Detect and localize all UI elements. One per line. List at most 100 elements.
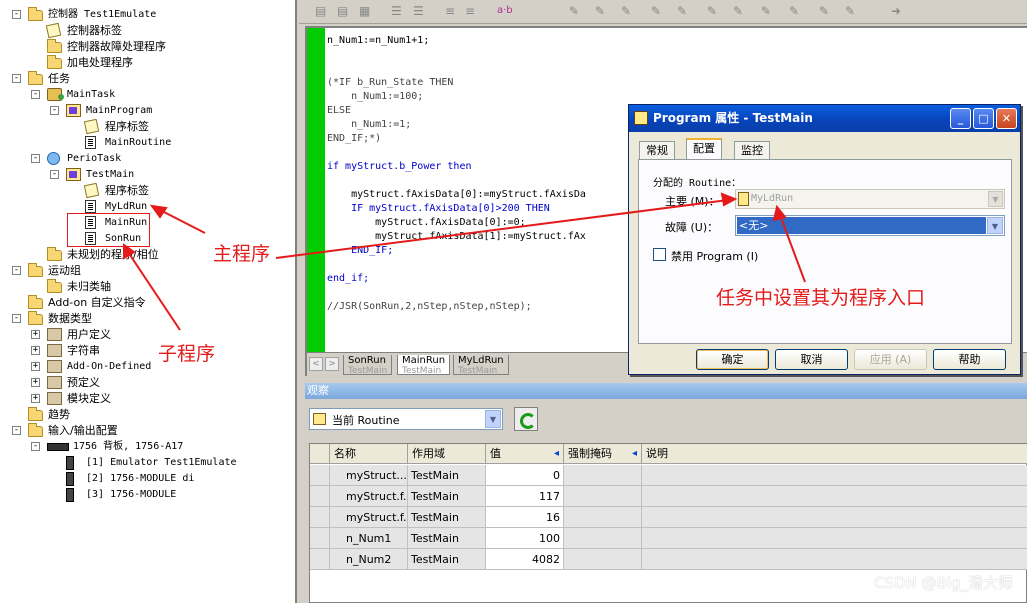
cancel-button[interactable]: 取消 [775,349,848,370]
cell-name[interactable]: myStruct.f... [330,486,408,507]
toolbar-icon-8[interactable]: ✎ [569,3,579,19]
table-row[interactable]: myStruct.... TestMain 0 [310,465,1027,486]
help-button[interactable]: 帮助 [933,349,1006,370]
tree-node[interactable]: - 数据类型 [0,311,295,327]
code-line[interactable]: if myStruct.b_Power then [327,160,472,174]
cell-description[interactable] [642,507,1027,528]
tab-configuration[interactable]: 配置 [686,138,722,160]
code-line[interactable]: END_IF; [327,244,393,258]
cell-description[interactable] [642,528,1027,549]
tree-node[interactable]: - MainTask [0,87,295,103]
toolbar-icon-5[interactable]: ☰ [413,3,424,19]
maximize-button[interactable]: □ [973,108,994,129]
toolbar-icon-10[interactable]: ✎ [621,3,631,19]
tree-node[interactable]: + 模块定义 [0,391,295,407]
toolbar-icon-12[interactable]: ✎ [677,3,687,19]
cell-value[interactable]: 100 [486,528,564,549]
cell-value[interactable]: 117 [486,486,564,507]
tree-node[interactable]: + 预定义 [0,375,295,391]
tab-routine[interactable]: MainRun TestMain [397,355,451,376]
tree-node[interactable]: 程序标签 [0,182,295,199]
grid-header-selector[interactable] [310,444,330,464]
cell-name[interactable]: myStruct.... [330,465,408,486]
header-value[interactable]: 值 ◂ [486,444,564,464]
cell-name[interactable]: n_Num1 [330,528,408,549]
tab-routine[interactable]: MyLdRun TestMain [453,355,509,376]
header-scope[interactable]: 作用域 [408,444,486,464]
tree-node[interactable]: 控制器标签 [0,22,295,39]
expand-icon[interactable]: + [31,346,40,355]
watch-scope-select[interactable]: 当前 Routine ▼ [309,408,503,430]
collapse-icon[interactable]: - [31,442,40,451]
tree-node[interactable]: - 控制器 Test1Emulate [0,7,295,23]
tab-general[interactable]: 常规 [639,141,675,159]
forward-icon[interactable]: ➜ [891,3,901,19]
tree-node[interactable]: - 1756 背板, 1756-A17 [0,439,295,455]
code-line[interactable]: myStruct.fAxisData[0]:=myStruct.fAxisDa [327,188,586,202]
toolbar-icon-4[interactable]: ☰ [391,3,402,19]
close-button[interactable]: ✕ [996,108,1017,129]
fault-routine-select[interactable]: <无> ▼ [735,215,1005,236]
row-selector[interactable] [310,549,330,570]
header-description[interactable]: 说明 [642,444,1027,464]
table-row[interactable]: +myStruct.f...TestMain16 [310,507,1027,528]
tree-node[interactable]: 未归类轴 [0,279,295,295]
chevron-down-icon[interactable]: ▼ [987,217,1003,234]
tree-node[interactable]: - 输入/输出配置 [0,423,295,439]
tree-node[interactable]: [2] 1756-MODULE di [0,471,295,487]
table-row[interactable]: +myStruct.f...TestMain117 [310,486,1027,507]
toolbar-icon-3[interactable]: ▦ [359,3,370,19]
tree-node[interactable]: 控制器故障处理程序 [0,39,295,55]
cell-value[interactable]: 16 [486,507,564,528]
main-routine-select[interactable]: MyLdRun ▼ [735,189,1005,209]
ab-icon[interactable]: a·b [497,3,513,19]
code-line[interactable]: ELSE [327,104,351,118]
tab-monitor[interactable]: 监控 [734,141,770,159]
header-name[interactable]: 名称 [330,444,408,464]
collapse-icon[interactable]: - [31,90,40,99]
expand-icon[interactable]: + [31,378,40,387]
tree-node[interactable]: [1] Emulator Test1Emulate [0,455,295,471]
toolbar-icon-2[interactable]: ▤ [337,3,348,19]
row-selector[interactable] [310,486,330,507]
controller-organizer-tree[interactable]: - 控制器 Test1Emulate 控制器标签 控制器故障处理程序 加电处理程序 - 任务… [0,0,297,603]
code-line[interactable]: n_Num1:=n_Num1+1; [327,34,429,48]
cell-description[interactable] [642,486,1027,507]
code-line[interactable]: end_if; [327,272,369,286]
tree-node[interactable]: - PerioTask [0,151,295,167]
cell-description[interactable] [642,549,1027,570]
tree-node[interactable]: 程序标签 [0,118,295,135]
table-row[interactable]: +n_Num1TestMain100 [310,528,1027,549]
tree-node[interactable]: Add-on 自定义指令 [0,295,295,311]
code-line[interactable]: END_IF;*) [327,132,381,146]
toolbar-icon-11[interactable]: ✎ [651,3,661,19]
row-selector[interactable] [310,528,330,549]
toolbar-icon-17[interactable]: ✎ [819,3,829,19]
inhibit-program-checkbox[interactable] [653,248,666,261]
table-row[interactable]: +n_Num2TestMain4082 [310,549,1027,570]
tab-scroll-right-icon[interactable]: > [325,357,339,371]
toolbar-icon-14[interactable]: ✎ [733,3,743,19]
chevron-down-icon[interactable]: ▼ [988,191,1003,207]
cell-name[interactable]: myStruct.f... [330,507,408,528]
code-line[interactable]: (*IF b_Run_State THEN [327,76,453,90]
code-line[interactable]: //JSR(SonRun,2,nStep,nStep,nStep); [327,300,532,314]
collapse-icon[interactable]: - [12,426,21,435]
toolbar-icon-15[interactable]: ✎ [761,3,771,19]
toolbar-icon-13[interactable]: ✎ [707,3,717,19]
tree-node[interactable]: + 用户定义 [0,327,295,343]
cell-value[interactable]: 4082 [486,549,564,570]
dialog-titlebar[interactable]: Program 属性 - TestMain _ □ ✕ [629,105,1020,132]
tree-node[interactable]: - 任务 [0,71,295,87]
row-selector[interactable] [310,507,330,528]
cell-value[interactable]: 0 [486,465,564,486]
code-line[interactable]: myStruct.fAxisData[0]:=0; [327,216,526,230]
toolbar-icon-7[interactable]: ≡ [465,3,475,19]
collapse-icon[interactable]: - [50,170,59,179]
apply-button[interactable]: 应用 (A) [854,349,927,370]
inhibit-program-label[interactable]: 禁用 Program (I) [671,248,758,264]
collapse-icon[interactable]: - [31,154,40,163]
expand-icon[interactable]: + [31,330,40,339]
tree-node[interactable]: 加电处理程序 [0,55,295,71]
toolbar-icon-6[interactable]: ≡ [445,3,455,19]
